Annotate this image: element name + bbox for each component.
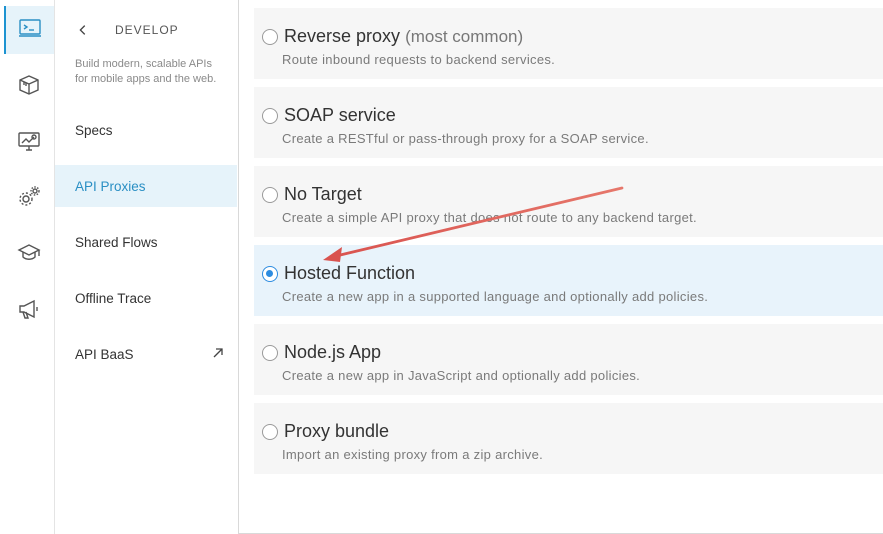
nav-item-offline-trace[interactable]: Offline Trace (55, 277, 237, 319)
radio-button[interactable] (262, 108, 278, 124)
external-link-icon (212, 347, 224, 359)
chevron-left-icon[interactable] (75, 22, 91, 38)
rail-item-announcements[interactable] (4, 287, 54, 335)
nav-item-specs[interactable]: Specs (55, 109, 237, 151)
nav-item-label: Specs (75, 122, 113, 138)
terminal-icon (18, 16, 42, 45)
nav-item-label: API BaaS (75, 346, 134, 362)
nav-item-label: Offline Trace (75, 290, 152, 306)
option-title: SOAP service (284, 105, 396, 125)
nav-item-label: API Proxies (75, 178, 146, 194)
option-reverse-proxy[interactable]: Reverse proxy (most common) Route inboun… (254, 8, 883, 79)
nav-item-api-baas[interactable]: API BaaS (55, 333, 237, 375)
rail-item-learn[interactable] (4, 231, 54, 279)
monitor-chart-icon (17, 129, 41, 158)
option-title-text: Reverse proxy (284, 26, 401, 46)
rail-item-admin[interactable] (4, 175, 54, 223)
nav-item-api-proxies[interactable]: API Proxies (55, 165, 237, 207)
app-window: DEVELOP Build modern, scalable APIs for … (0, 0, 883, 534)
option-title: Node.js App (284, 342, 382, 362)
option-nodejs-app[interactable]: Node.js App Create a new app in JavaScri… (254, 324, 883, 395)
megaphone-icon (17, 297, 41, 326)
option-description: Create a RESTful or pass-through proxy f… (282, 131, 649, 146)
nav-item-shared-flows[interactable]: Shared Flows (55, 221, 237, 263)
icon-rail (0, 0, 55, 534)
option-title: Proxy bundle (284, 421, 390, 441)
option-description: Create a new app in a supported language… (282, 289, 709, 304)
option-description: Import an existing proxy from a zip arch… (282, 447, 544, 462)
graduation-cap-icon (17, 241, 41, 270)
radio-button[interactable] (262, 187, 278, 203)
gears-icon (17, 185, 41, 214)
rail-item-develop[interactable] (4, 6, 54, 54)
develop-nav-panel: DEVELOP Build modern, scalable APIs for … (55, 0, 239, 534)
option-hosted-function[interactable]: Hosted Function Create a new app in a su… (254, 245, 883, 316)
option-no-target[interactable]: No Target Create a simple API proxy that… (254, 166, 883, 237)
option-description: Route inbound requests to backend servic… (282, 52, 556, 67)
nav-item-label: Shared Flows (75, 234, 158, 250)
rail-item-publish[interactable] (4, 63, 54, 111)
radio-button-selected[interactable] (262, 266, 278, 282)
radio-button[interactable] (262, 424, 278, 440)
rail-item-analyze[interactable] (4, 119, 54, 167)
option-proxy-bundle[interactable]: Proxy bundle Import an existing proxy fr… (254, 403, 883, 474)
option-description: Create a new app in JavaScript and optio… (282, 368, 641, 383)
option-description: Create a simple API proxy that does not … (282, 210, 697, 225)
box-icon (17, 73, 41, 102)
option-note: (most common) (405, 27, 524, 46)
option-title: Reverse proxy (most common) (284, 26, 523, 47)
option-soap-service[interactable]: SOAP service Create a RESTful or pass-th… (254, 87, 883, 158)
proxy-type-options: Reverse proxy (most common) Route inboun… (239, 0, 883, 534)
option-title: Hosted Function (284, 263, 416, 283)
radio-button[interactable] (262, 29, 278, 45)
nav-header: DEVELOP (75, 20, 179, 40)
radio-button[interactable] (262, 345, 278, 361)
nav-description: Build modern, scalable APIs for mobile a… (75, 58, 217, 85)
nav-title: DEVELOP (115, 23, 179, 37)
option-title: No Target (284, 184, 362, 204)
